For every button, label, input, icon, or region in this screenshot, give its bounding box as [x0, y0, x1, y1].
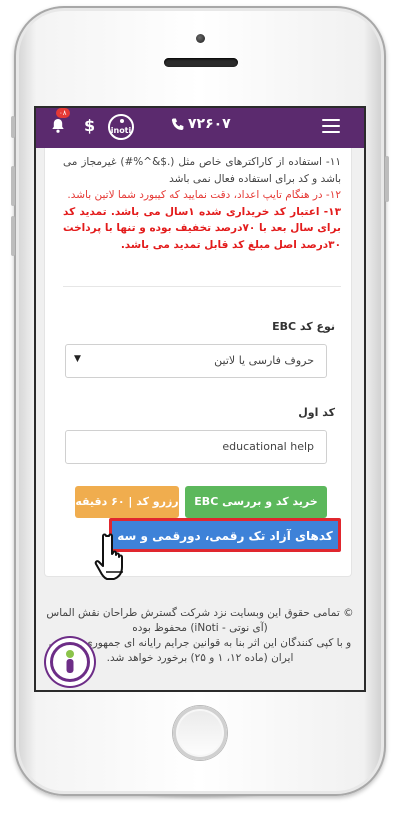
volume-up-button	[11, 166, 15, 206]
rule-13: ۱۳- اعتبار کد خریداری شده ۱سال می باشد. …	[63, 205, 341, 251]
logo-inner-ring	[50, 642, 90, 682]
phone-screen: ۰۸ $ inoti ۷۲۶۰۷ ۱۱- استفاده از کاراکتره…	[36, 108, 364, 690]
footer-line-1: © تمامی حقوق این وبسایت نزد شرکت گسترش ط…	[46, 607, 354, 619]
code-type-selected: حروف فارسی یا لاتین	[214, 354, 314, 367]
pointer-hand-icon	[94, 533, 123, 580]
power-button	[385, 156, 389, 202]
inoti-i-icon	[66, 650, 74, 673]
reserve-code-button[interactable]: رزرو کد | ۶۰ دقیقه	[75, 486, 179, 518]
phone-icon	[170, 117, 188, 135]
inoti-floating-logo[interactable]	[44, 636, 96, 688]
silent-switch	[11, 116, 15, 138]
inoti-logo[interactable]: inoti	[108, 114, 134, 140]
page-content: ۱۱- استفاده از کاراکترهای خاص مثل (.$&^%…	[36, 148, 364, 690]
first-code-label: کد اول	[298, 406, 335, 419]
first-code-input[interactable]: educational help	[65, 430, 327, 464]
logo-text: inoti	[110, 126, 132, 135]
footer-line-2: (آی نوتی - iNoti) محفوظ بوده	[132, 622, 268, 634]
camera	[196, 34, 205, 43]
first-code-value: educational help	[222, 440, 314, 453]
bell-icon[interactable]	[50, 118, 66, 134]
form-card: ۱۱- استفاده از کاراکترهای خاص مثل (.$&^%…	[44, 148, 352, 580]
code-type-label: نوع کد EBC	[272, 320, 335, 333]
speaker	[164, 58, 238, 67]
logo-dot	[120, 119, 124, 123]
buy-and-check-button[interactable]: خرید کد و بررسی EBC	[185, 486, 327, 518]
top-navbar: ۰۸ $ inoti ۷۲۶۰۷	[36, 108, 364, 148]
phone-number[interactable]: ۷۲۶۰۷	[188, 116, 231, 132]
free-codes-button[interactable]: کدهای آزاد تک رقمی، دورقمی و سه رقمی	[109, 518, 341, 573]
home-button[interactable]	[173, 706, 227, 760]
volume-down-button	[11, 216, 15, 256]
currency-icon[interactable]: $	[84, 116, 95, 135]
rules-list: ۱۱- استفاده از کاراکترهای خاص مثل (.$&^%…	[63, 154, 341, 253]
rule-11: ۱۱- استفاده از کاراکترهای خاص مثل (.$&^%…	[63, 156, 341, 185]
code-type-select[interactable]: حروف فارسی یا لاتین ▼	[65, 344, 327, 378]
dropdown-arrow-icon: ▼	[74, 354, 81, 364]
rules-divider	[63, 286, 341, 287]
hamburger-menu-icon[interactable]	[322, 119, 340, 133]
rule-12: ۱۲- در هنگام تایپ اعداد، دقت نمایید که ک…	[67, 189, 341, 201]
notification-badge: ۰۸	[56, 108, 70, 118]
